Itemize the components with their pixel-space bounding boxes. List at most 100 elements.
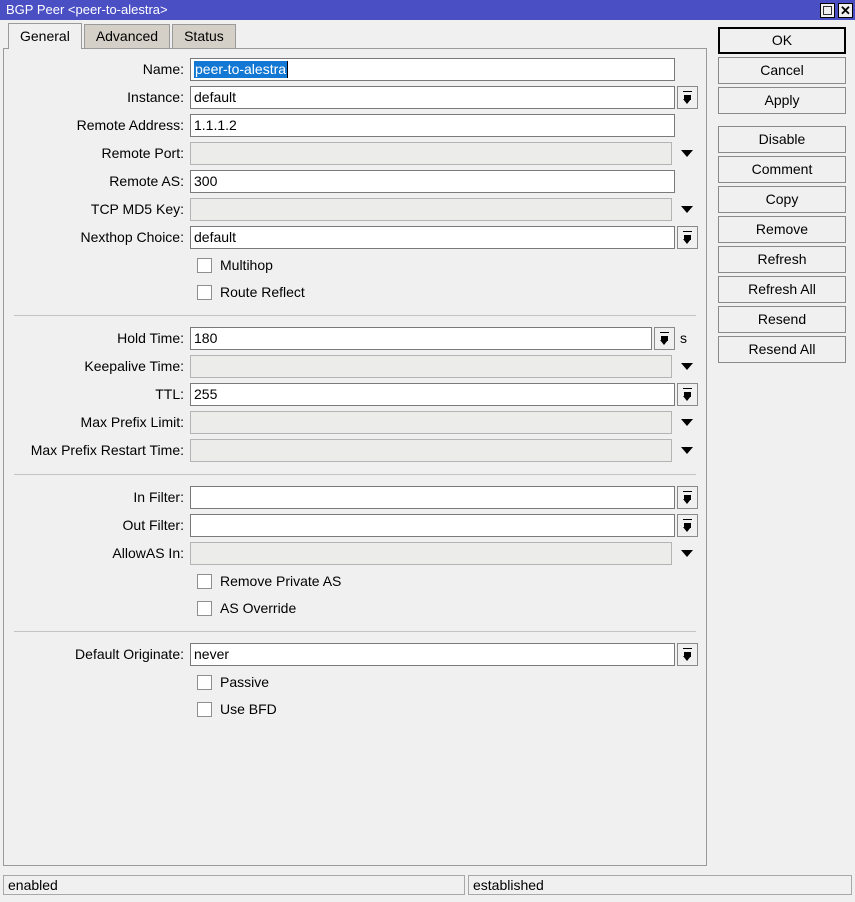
chevron-down-icon-allowas-in[interactable] — [676, 550, 698, 557]
input-remote-address[interactable] — [190, 114, 675, 137]
checkbox-row-passive[interactable]: Passive — [4, 671, 706, 693]
label-remote-as: Remote AS: — [4, 173, 190, 189]
comment-button[interactable]: Comment — [718, 156, 846, 183]
input-instance[interactable] — [190, 86, 675, 109]
field-row-remote-as: Remote AS: — [4, 169, 706, 193]
checkbox-use-bfd[interactable] — [197, 702, 212, 717]
label-allowas-in: AllowAS In: — [4, 545, 190, 561]
input-in-filter[interactable] — [190, 486, 675, 509]
input-default-originate[interactable] — [190, 643, 675, 666]
maximize-icon[interactable] — [820, 3, 835, 18]
label-default-originate: Default Originate: — [4, 646, 190, 662]
input-max-prefix-limit — [190, 411, 672, 434]
checkbox-remove-private-as[interactable] — [197, 574, 212, 589]
tab-advanced[interactable]: Advanced — [84, 24, 170, 48]
input-nexthop-choice[interactable] — [190, 226, 675, 249]
dropdown-button-out-filter[interactable] — [677, 514, 698, 537]
checkbox-passive[interactable] — [197, 675, 212, 690]
checkbox-row-use-bfd[interactable]: Use BFD — [4, 698, 706, 720]
dropdown-button-nexthop-choice[interactable] — [677, 226, 698, 249]
label-remote-address: Remote Address: — [4, 117, 190, 133]
label-max-prefix-limit: Max Prefix Limit: — [4, 414, 190, 430]
checkbox-as-override[interactable] — [197, 601, 212, 616]
checkbox-row-route-reflect[interactable]: Route Reflect — [4, 281, 706, 303]
dropdown-button-ttl[interactable] — [677, 383, 698, 406]
field-row-ttl: TTL: — [4, 382, 706, 406]
chevron-down-icon-max-prefix-limit[interactable] — [676, 419, 698, 426]
label-hold-time: Hold Time: — [4, 330, 190, 346]
control-allowas-in — [190, 542, 706, 565]
input-hold-time[interactable] — [190, 327, 652, 350]
input-remote-as[interactable] — [190, 170, 675, 193]
ok-button[interactable]: OK — [718, 27, 846, 54]
dropdown-button-in-filter[interactable] — [677, 486, 698, 509]
dropdown-button-default-originate[interactable] — [677, 643, 698, 666]
label-in-filter: In Filter: — [4, 489, 190, 505]
chevron-down-icon-remote-port[interactable] — [676, 150, 698, 157]
chevron-down-icon-keepalive-time[interactable] — [676, 363, 698, 370]
input-name[interactable] — [190, 58, 675, 81]
section-divider — [14, 315, 696, 316]
section-divider — [14, 631, 696, 632]
tab-strip: GeneralAdvancedStatus — [0, 20, 710, 48]
field-row-remote-address: Remote Address: — [4, 113, 706, 137]
control-remote-port — [190, 142, 706, 165]
label-tcp-md5-key: TCP MD5 Key: — [4, 201, 190, 217]
input-ttl[interactable] — [190, 383, 675, 406]
field-row-max-prefix-limit: Max Prefix Limit: — [4, 410, 706, 434]
input-out-filter[interactable] — [190, 514, 675, 537]
dropdown-button-instance[interactable] — [677, 86, 698, 109]
label-out-filter: Out Filter: — [4, 517, 190, 533]
refresh-all-button[interactable]: Refresh All — [718, 276, 846, 303]
apply-button[interactable]: Apply — [718, 87, 846, 114]
control-name: peer-to-alestra — [190, 58, 706, 81]
window-titlebar[interactable]: BGP Peer <peer-to-alestra> ✕ — [0, 0, 855, 20]
window-title: BGP Peer <peer-to-alestra> — [6, 0, 817, 20]
input-keepalive-time — [190, 355, 672, 378]
unit-suffix-hold-time: s — [680, 330, 687, 346]
field-row-remote-port: Remote Port: — [4, 141, 706, 165]
control-max-prefix-restart-time — [190, 439, 706, 462]
checkbox-label-route-reflect: Route Reflect — [220, 284, 305, 300]
disable-button[interactable]: Disable — [718, 126, 846, 153]
copy-button[interactable]: Copy — [718, 186, 846, 213]
field-row-keepalive-time: Keepalive Time: — [4, 354, 706, 378]
checkbox-label-use-bfd: Use BFD — [220, 701, 277, 717]
field-row-name: Name:peer-to-alestra — [4, 57, 706, 81]
remove-button[interactable]: Remove — [718, 216, 846, 243]
tab-general[interactable]: General — [8, 23, 82, 49]
checkbox-row-remove-private-as[interactable]: Remove Private AS — [4, 570, 706, 592]
resend-all-button[interactable]: Resend All — [718, 336, 846, 363]
control-ttl — [190, 383, 706, 406]
tab-status[interactable]: Status — [172, 24, 236, 48]
checkbox-label-multihop: Multihop — [220, 257, 273, 273]
checkbox-row-as-override[interactable]: AS Override — [4, 597, 706, 619]
checkbox-label-passive: Passive — [220, 674, 269, 690]
field-row-default-originate: Default Originate: — [4, 642, 706, 666]
field-row-tcp-md5-key: TCP MD5 Key: — [4, 197, 706, 221]
resend-button[interactable]: Resend — [718, 306, 846, 333]
checkbox-row-multihop[interactable]: Multihop — [4, 254, 706, 276]
cancel-button[interactable]: Cancel — [718, 57, 846, 84]
control-nexthop-choice — [190, 226, 706, 249]
field-row-in-filter: In Filter: — [4, 485, 706, 509]
chevron-down-icon-tcp-md5-key[interactable] — [676, 206, 698, 213]
general-tab-panel: Name:peer-to-alestra Instance: Remote Addr… — [3, 48, 707, 866]
label-instance: Instance: — [4, 89, 190, 105]
field-row-out-filter: Out Filter: — [4, 513, 706, 537]
field-row-hold-time: Hold Time: s — [4, 326, 706, 350]
form-pane: GeneralAdvancedStatus Name:peer-to-alest… — [0, 20, 710, 866]
chevron-down-icon-max-prefix-restart-time[interactable] — [676, 447, 698, 454]
close-icon[interactable]: ✕ — [838, 3, 853, 18]
checkbox-multihop[interactable] — [197, 258, 212, 273]
field-row-allowas-in: AllowAS In: — [4, 541, 706, 565]
control-max-prefix-limit — [190, 411, 706, 434]
checkbox-route-reflect[interactable] — [197, 285, 212, 300]
dropdown-button-hold-time[interactable] — [654, 327, 675, 350]
checkbox-label-as-override: AS Override — [220, 600, 296, 616]
action-button-column: OK Cancel Apply Disable Comment Copy Remove Ref… — [710, 20, 855, 366]
refresh-button[interactable]: Refresh — [718, 246, 846, 273]
field-row-instance: Instance: — [4, 85, 706, 109]
field-row-nexthop-choice: Nexthop Choice: — [4, 225, 706, 249]
label-remote-port: Remote Port: — [4, 145, 190, 161]
